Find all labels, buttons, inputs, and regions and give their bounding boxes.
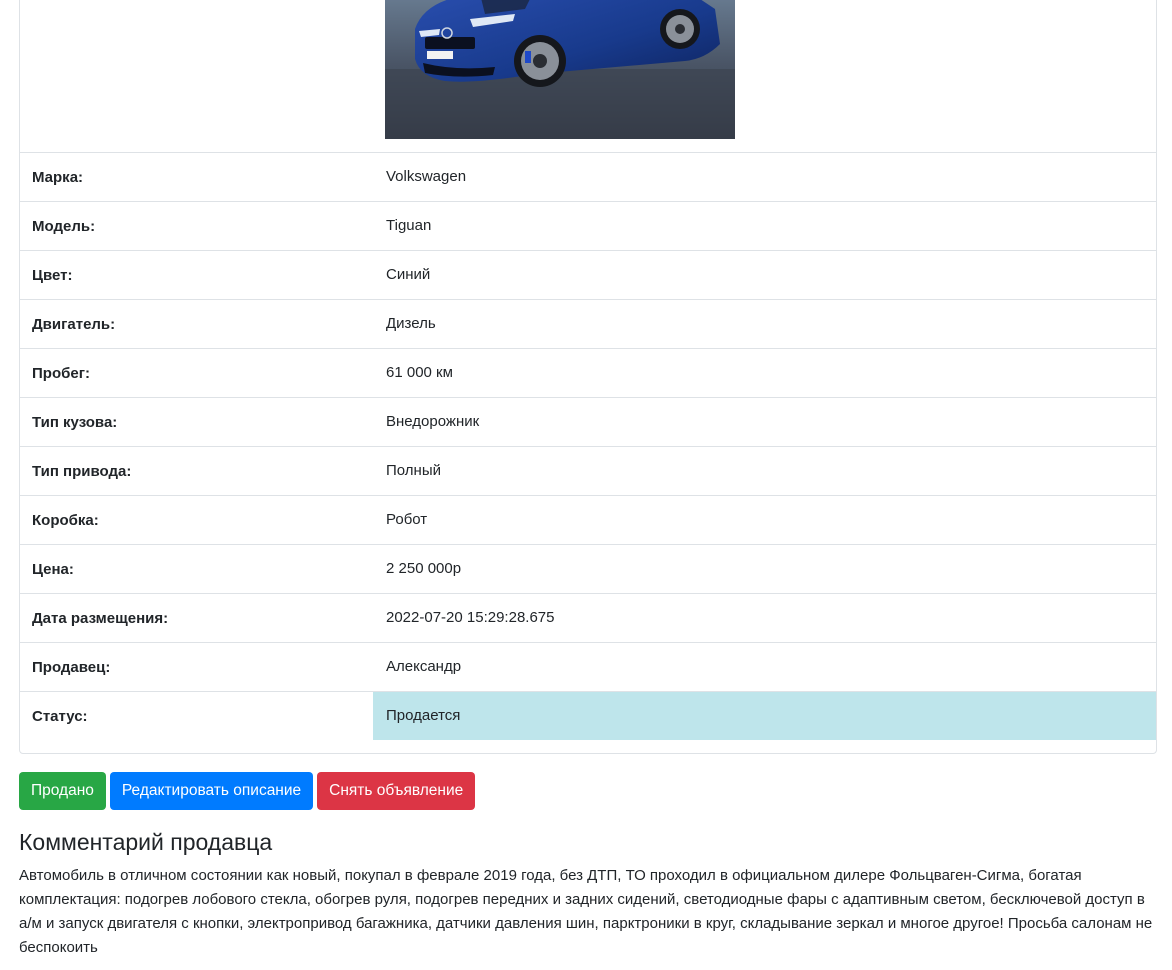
row-engine: Двигатель: Дизель: [20, 300, 1156, 349]
brand-label: Марка:: [32, 169, 84, 186]
seller-label: Продавец:: [32, 659, 111, 676]
car-photo: [385, 0, 735, 139]
status-label: Статус:: [32, 708, 88, 725]
edit-description-button[interactable]: Редактировать описание: [109, 772, 314, 810]
posted-date-label: Дата размещения:: [32, 610, 169, 627]
row-mileage: Пробег: 61 000 км: [20, 349, 1156, 398]
body-type-label: Тип кузова:: [32, 414, 118, 431]
row-price: Цена: 2 250 000р: [20, 545, 1156, 594]
color-label: Цвет:: [32, 267, 73, 284]
row-body-type: Тип кузова: Внедорожник: [20, 398, 1156, 447]
seller-comment-title: Комментарий продавца: [19, 829, 273, 855]
seller-value: Александр: [386, 658, 462, 675]
color-value: Синий: [386, 266, 431, 283]
posted-date-value: 2022-07-20 15:29:28.675: [386, 609, 555, 626]
mileage-value: 61 000 км: [386, 364, 453, 381]
listing-actions: Продано Редактировать описание Снять объ…: [19, 772, 476, 810]
mark-sold-button[interactable]: Продано: [19, 772, 106, 810]
drive-type-label: Тип привода:: [32, 463, 132, 480]
row-model: Модель: Tiguan: [20, 202, 1156, 251]
row-gearbox: Коробка: Робот: [20, 496, 1156, 545]
engine-value: Дизель: [386, 315, 436, 332]
gearbox-value: Робот: [386, 511, 428, 528]
listing-details-card: Марка: Volkswagen Модель: Tiguan Цвет: С…: [19, 0, 1157, 754]
seller-comment-text: Автомобиль в отличном состоянии как новы…: [19, 867, 1153, 956]
row-color: Цвет: Синий: [20, 251, 1156, 300]
row-posted-date: Дата размещения: 2022-07-20 15:29:28.675: [20, 594, 1156, 643]
engine-label: Двигатель:: [32, 316, 116, 333]
price-label: Цена:: [32, 561, 74, 578]
remove-listing-button[interactable]: Снять объявление: [317, 772, 476, 810]
photo-cell: [20, 0, 1156, 153]
row-seller: Продавец: Александр: [20, 643, 1156, 692]
mileage-label: Пробег:: [32, 365, 90, 382]
gearbox-label: Коробка:: [32, 512, 99, 529]
status-value: Продается: [373, 692, 1156, 740]
row-drive-type: Тип привода: Полный: [20, 447, 1156, 496]
brand-value: Volkswagen: [386, 168, 467, 185]
row-status: Статус: Продается: [20, 692, 1156, 741]
model-label: Модель:: [32, 218, 96, 235]
row-brand: Марка: Volkswagen: [20, 153, 1156, 202]
body-type-value: Внедорожник: [386, 413, 480, 430]
price-value: 2 250 000р: [386, 560, 462, 577]
model-value: Tiguan: [386, 217, 432, 234]
drive-type-value: Полный: [386, 462, 441, 479]
